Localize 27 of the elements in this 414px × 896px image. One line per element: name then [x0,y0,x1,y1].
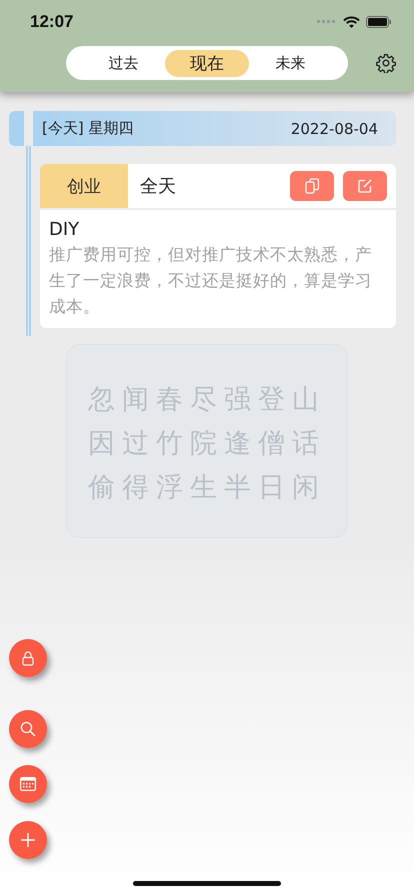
signal-icon [317,20,337,24]
search-icon [20,721,36,737]
day-marker [9,111,24,146]
settings-icon[interactable] [376,53,396,73]
status-time: 12:07 [30,12,74,32]
segment-tab[interactable]: 过去 [82,50,166,76]
wifi-icon [343,16,360,28]
search-button[interactable] [9,710,47,748]
plus-icon [21,833,35,847]
entry-title: DIY [49,219,80,240]
segment-tab[interactable]: 未来 [248,50,332,76]
edit-button[interactable] [343,171,387,201]
copy-button[interactable] [290,171,334,201]
category-label: 创业 [40,164,128,208]
date-label: 2022-08-04 [290,120,378,138]
time-label: 全天 [139,175,177,198]
copy-icon [305,178,319,194]
edit-icon [358,179,372,193]
day-label: [今天] 星期四 [42,119,134,138]
calendar-button[interactable] [9,765,47,803]
add-button[interactable] [9,821,47,859]
segment-tab[interactable]: 现在 [165,50,249,76]
calendar-icon [20,777,36,791]
lock-button[interactable] [9,639,47,677]
battery-icon [366,16,392,28]
entry-note: 推广费用可控，但对推广技术不太熟悉，产生了一定浪费，不过还是挺好的，算是学习成本。 [49,244,373,318]
lock-icon [22,650,34,666]
